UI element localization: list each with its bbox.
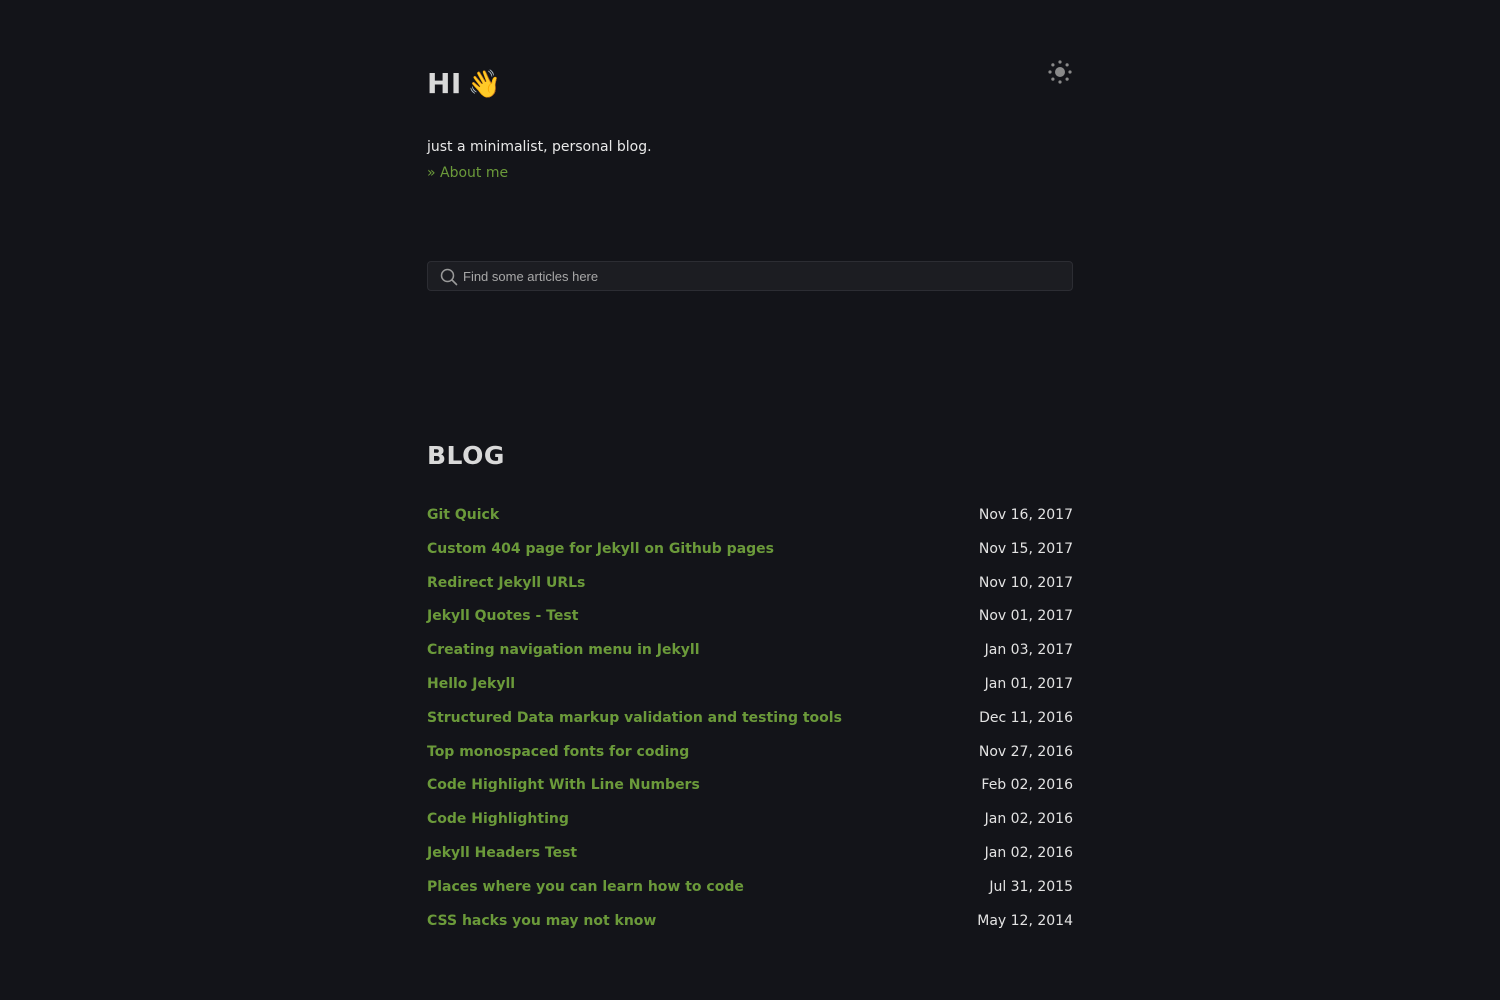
post-date: Jan 01, 2017 xyxy=(984,675,1073,692)
tagline: just a minimalist, personal blog. xyxy=(427,139,652,155)
post-link[interactable]: Creating navigation menu in Jekyll xyxy=(427,640,700,660)
post-link[interactable]: Git Quick xyxy=(427,505,499,525)
post-link[interactable]: Jekyll Quotes - Test xyxy=(427,606,578,626)
list-item: Code Highlighting Jan 02, 2016 xyxy=(427,804,1073,838)
post-list: Git Quick Nov 16, 2017 Custom 404 page f… xyxy=(427,500,1073,939)
post-date: Nov 27, 2016 xyxy=(978,743,1073,760)
list-item: Redirect Jekyll URLs Nov 10, 2017 xyxy=(427,568,1073,602)
post-date: Nov 10, 2017 xyxy=(978,574,1073,591)
list-item: Top monospaced fonts for coding Nov 27, … xyxy=(427,737,1073,771)
post-date: Feb 02, 2016 xyxy=(981,777,1073,794)
search-box xyxy=(427,261,1073,291)
post-date: Nov 01, 2017 xyxy=(978,608,1073,625)
post-date: Jul 31, 2015 xyxy=(989,878,1073,895)
post-link[interactable]: Hello Jekyll xyxy=(427,674,515,694)
post-date: Jan 02, 2016 xyxy=(984,844,1073,861)
list-item: Jekyll Headers Test Jan 02, 2016 xyxy=(427,838,1073,872)
list-item: Hello Jekyll Jan 01, 2017 xyxy=(427,669,1073,703)
post-date: Jan 02, 2016 xyxy=(984,811,1073,828)
post-link[interactable]: Code Highlighting xyxy=(427,809,569,829)
list-item: Structured Data markup validation and te… xyxy=(427,703,1073,737)
sun-icon xyxy=(1048,60,1072,84)
list-item: Git Quick Nov 16, 2017 xyxy=(427,500,1073,534)
post-link[interactable]: Custom 404 page for Jekyll on Github pag… xyxy=(427,539,774,559)
post-date: Nov 16, 2017 xyxy=(978,507,1073,523)
post-date: Nov 15, 2017 xyxy=(978,540,1073,557)
waving-hand-icon: 👋 xyxy=(467,69,502,100)
about-me-link[interactable]: » About me xyxy=(427,163,508,183)
post-link[interactable]: Code Highlight With Line Numbers xyxy=(427,775,700,795)
post-link[interactable]: CSS hacks you may not know xyxy=(427,911,656,931)
blog-heading: BLOG xyxy=(427,441,505,470)
list-item: Jekyll Quotes - Test Nov 01, 2017 xyxy=(427,601,1073,635)
post-link[interactable]: Structured Data markup validation and te… xyxy=(427,708,842,728)
post-date: May 12, 2014 xyxy=(977,912,1073,929)
list-item: Creating navigation menu in Jekyll Jan 0… xyxy=(427,635,1073,669)
page-container: HI 👋 just a minimalist, personal blog. » … xyxy=(427,0,1073,1000)
greeting-text: HI xyxy=(427,67,462,100)
search-icon xyxy=(440,268,458,286)
post-date: Dec 11, 2016 xyxy=(979,709,1073,726)
list-item: CSS hacks you may not know May 12, 2014 xyxy=(427,906,1073,940)
post-link[interactable]: Redirect Jekyll URLs xyxy=(427,573,585,593)
list-item: Places where you can learn how to code J… xyxy=(427,872,1073,906)
post-link[interactable]: Places where you can learn how to code xyxy=(427,877,744,897)
search-input[interactable] xyxy=(463,262,1063,290)
theme-toggle-button[interactable] xyxy=(1047,59,1073,85)
post-date: Jan 03, 2017 xyxy=(984,642,1073,659)
post-link[interactable]: Top monospaced fonts for coding xyxy=(427,742,689,762)
greeting-heading: HI 👋 xyxy=(427,64,502,105)
post-link[interactable]: Jekyll Headers Test xyxy=(427,843,577,863)
list-item: Code Highlight With Line Numbers Feb 02,… xyxy=(427,770,1073,804)
list-item: Custom 404 page for Jekyll on Github pag… xyxy=(427,534,1073,568)
